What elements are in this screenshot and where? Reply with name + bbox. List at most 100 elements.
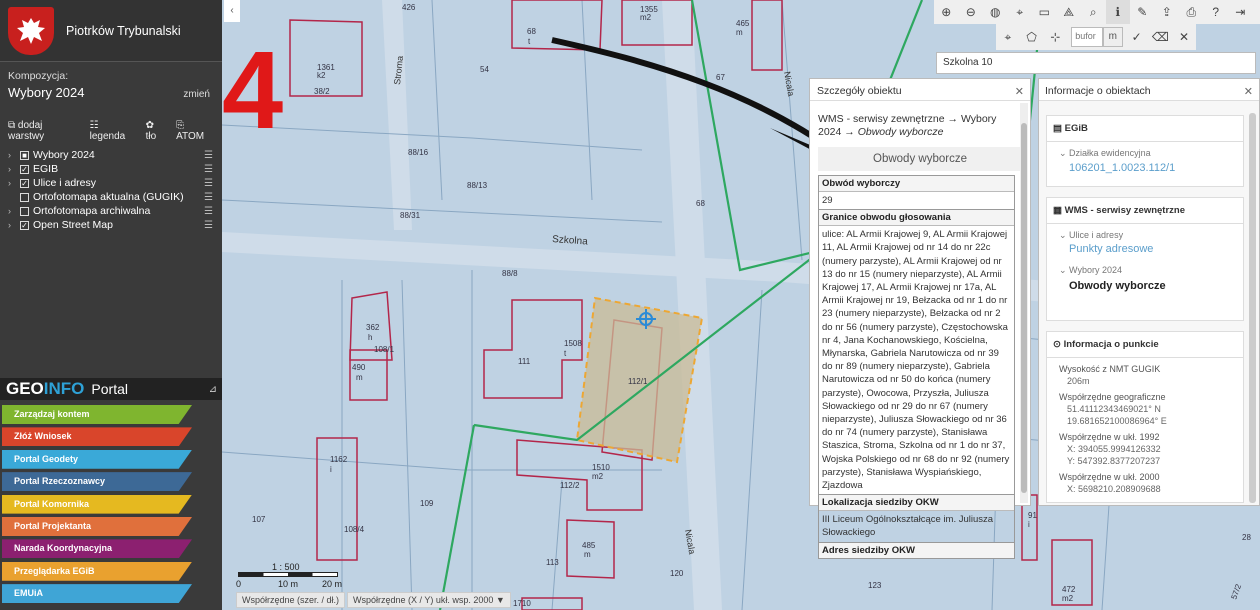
sidebar: Piotrków Trybunalski Kompozycja: Wybory … (0, 0, 222, 610)
point-info-title: ⊙ Informacja o punkcie (1047, 332, 1243, 358)
close-icon[interactable]: ✕ (1172, 24, 1196, 50)
portal-link[interactable]: Zarządzaj kontem (2, 405, 192, 424)
expand-chevron-icon[interactable]: › (8, 220, 20, 230)
layer-item[interactable]: › ✓ Open Street Map ☰ (0, 218, 222, 232)
search-input[interactable]: Szkolna 10 (936, 52, 1256, 74)
layer-item[interactable]: Ortofotomapa aktualna (GUGIK) ☰ (0, 190, 222, 204)
polygon-select-icon[interactable]: ⬠ (1020, 24, 1044, 50)
close-icon[interactable]: ✕ (1015, 85, 1024, 98)
details-row-header: Lokalizacja siedziby OKW (819, 494, 1014, 511)
electoral-districts-link[interactable]: Obwody wyborcze (1047, 280, 1243, 292)
legend-button[interactable]: ☷ legenda (90, 120, 137, 142)
confirm-icon[interactable]: ✓ (1125, 24, 1149, 50)
portal-link[interactable]: Portal Geodety (2, 449, 192, 469)
layer-menu-icon[interactable]: ☰ (204, 192, 222, 203)
details-row-value: III Liceum Ogólnokształcące im. Juliusza… (819, 510, 1014, 541)
layer-menu-icon[interactable]: ☰ (204, 150, 222, 161)
atom-button[interactable]: ⎘ ATOM (176, 120, 214, 142)
parcel-label: 426 (402, 3, 416, 12)
portal-link[interactable]: Portal Komornika (2, 494, 192, 514)
layer-item[interactable]: › ✓ Ulice i adresy ☰ (0, 176, 222, 190)
info-icon[interactable]: ℹ (1105, 0, 1130, 24)
portal-link[interactable]: EMUiA (2, 584, 192, 604)
parcel-label: 88/31 (400, 211, 421, 220)
layer-checkbox[interactable]: ✓ (20, 178, 29, 188)
buffer-input[interactable]: bufor (1071, 27, 1103, 47)
parcel-label: 112/2 (560, 481, 580, 490)
parcel-label: 485 (582, 541, 596, 550)
parcel-label: h (368, 333, 372, 342)
parcel-label: 490 (352, 363, 366, 372)
zoom-window-icon[interactable]: ⌕ (1081, 0, 1106, 24)
legend-label: legenda (89, 131, 126, 142)
collapse-sidebar-button[interactable]: ‹ (224, 0, 240, 22)
parcel-label: m2 (592, 472, 604, 481)
zoom-in-icon[interactable]: ⊕ (934, 0, 959, 24)
crosshair-select-icon[interactable]: ⊹ (1043, 24, 1067, 50)
export-icon[interactable]: ⇪ (1155, 0, 1180, 24)
layer-menu-icon[interactable]: ☰ (204, 178, 222, 189)
globe-icon[interactable]: ◍ (983, 0, 1008, 24)
coords-xy-select[interactable]: Współrzędne (X / Y) ukł. wsp. 2000 ▼ (347, 592, 511, 608)
point-info-key: Wysokość z NMT GUGIK (1059, 364, 1161, 374)
portal-links: Zarządzaj kontem Złóż Wniosek Portal Geode… (2, 405, 192, 607)
layer-name: Ortofotomapa aktualna (GUGIK) (33, 191, 184, 203)
portal-link[interactable]: Złóż Wniosek (2, 427, 192, 447)
layer-item[interactable]: › ■ Wybory 2024 ☰ (0, 148, 222, 162)
wms-box-title: ▦ WMS - serwisy zewnętrzne (1047, 198, 1243, 224)
objinfo-scrollbar[interactable] (1249, 113, 1256, 503)
details-row-value: 29 (819, 191, 1014, 209)
pin-icon[interactable]: ⊿ (209, 384, 217, 395)
zoom-out-icon[interactable]: ⊖ (959, 0, 984, 24)
expand-chevron-icon[interactable]: › (8, 150, 20, 160)
expand-chevron-icon[interactable]: › (8, 206, 20, 216)
point-select-icon[interactable]: ⌖ (996, 24, 1020, 50)
edit-icon[interactable]: ✎ (1130, 0, 1155, 24)
expand-chevron-icon[interactable]: › (8, 164, 20, 174)
layer-checkbox[interactable]: ■ (20, 150, 29, 160)
print-icon[interactable]: ⎙ (1179, 0, 1204, 24)
layer-item[interactable]: › ✓ EGIB ☰ (0, 162, 222, 176)
layer-name: Ulice i adresy (33, 177, 97, 189)
parcel-label: m (736, 28, 743, 37)
buffer-unit[interactable]: m (1102, 27, 1123, 47)
change-composition-link[interactable]: zmień (183, 89, 210, 100)
portal-link[interactable]: Portal Rzeczoznawcy (2, 472, 192, 492)
parcel-label: 120 (670, 569, 684, 578)
geoinfo-portal: Portal (91, 381, 128, 397)
layer-checkbox[interactable] (20, 206, 29, 216)
layer-checkbox[interactable]: ✓ (20, 164, 29, 174)
parcel-label: 111 (518, 357, 531, 366)
portal-link[interactable]: Narada Koordynacyjna (2, 539, 192, 559)
coordinate-bar: Współrzędne (szer. / dł.) Współrzędne (X… (236, 592, 511, 608)
close-icon[interactable]: ✕ (1244, 85, 1253, 98)
portal-link[interactable]: Przeglądarka EGiB (2, 561, 192, 581)
portal-link[interactable]: Portal Projektanta (2, 516, 192, 536)
layer-checkbox[interactable]: ✓ (20, 220, 29, 230)
layer-checkbox[interactable] (20, 192, 29, 202)
point-info-value: 19.681652100086964° E (1067, 416, 1167, 426)
scale-tick-20: 20 m (322, 579, 343, 589)
parcel-label: m (584, 550, 591, 559)
area-icon[interactable]: ⟁ (1057, 0, 1082, 24)
point-info-key: Współrzędne geograficzne (1059, 392, 1166, 402)
parcel-label: k2 (317, 71, 326, 80)
background-button[interactable]: ✿ tło (146, 120, 168, 142)
add-layers-button[interactable]: ⧉ dodaj warstwy (8, 120, 81, 142)
address-points-link[interactable]: Punkty adresowe (1047, 243, 1243, 255)
layer-item[interactable]: › Ortofotomapa archiwalna ☰ (0, 204, 222, 218)
measure-icon[interactable]: ▭ (1032, 0, 1057, 24)
egib-box: ▤ EGiB ⌄ Działka ewidencyjna 106201_1.00… (1046, 115, 1244, 187)
details-title: Szczegóły obiektu (810, 79, 1030, 101)
eraser-icon[interactable]: ⌫ (1148, 24, 1172, 50)
expand-chevron-icon[interactable]: › (8, 178, 20, 188)
coords-latlon-button[interactable]: Współrzędne (szer. / dł.) (236, 592, 346, 608)
layer-menu-icon[interactable]: ☰ (204, 220, 222, 231)
details-scrollbar[interactable] (1020, 103, 1028, 503)
layer-menu-icon[interactable]: ☰ (204, 164, 222, 175)
logout-icon[interactable]: ⇥ (1228, 0, 1253, 24)
egib-parcel-link[interactable]: 106201_1.0023.112/1 (1047, 162, 1243, 174)
help-icon[interactable]: ? (1204, 0, 1229, 24)
layer-menu-icon[interactable]: ☰ (204, 206, 222, 217)
locate-icon[interactable]: ⌖ (1008, 0, 1033, 24)
